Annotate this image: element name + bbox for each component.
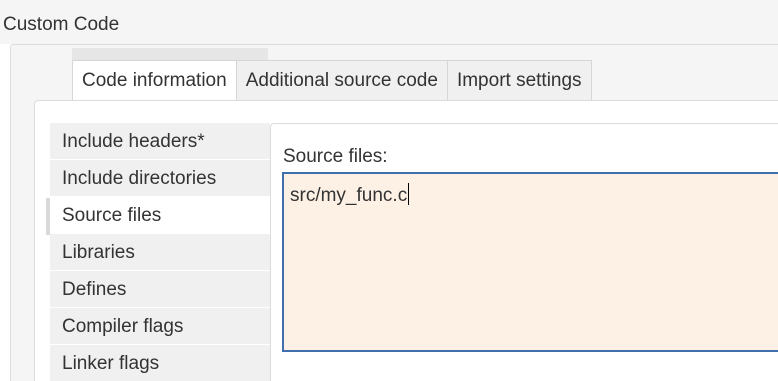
custom-code-page: Custom Code Code information Additional … — [0, 0, 778, 381]
tab-strip: Code information Additional source code … — [72, 60, 592, 100]
nav-item-defines[interactable]: Defines — [50, 271, 270, 308]
section-title: Custom Code — [3, 14, 120, 35]
source-files-value: src/my_func.c — [290, 185, 408, 206]
section-header[interactable]: Custom Code — [0, 0, 778, 44]
nav-item-compiler-flags[interactable]: Compiler flags — [50, 308, 270, 345]
nav-item-libraries[interactable]: Libraries — [50, 234, 270, 271]
tab-additional-source-code[interactable]: Additional source code — [236, 60, 448, 100]
source-files-label: Source files: — [283, 146, 388, 167]
tab-code-information[interactable]: Code information — [72, 60, 237, 100]
active-tab-accent — [72, 48, 268, 60]
nav-item-source-files[interactable]: Source files — [50, 197, 270, 234]
nav-item-include-directories[interactable]: Include directories — [50, 160, 270, 197]
text-caret — [408, 183, 410, 205]
nav-item-include-headers[interactable]: Include headers* — [50, 123, 270, 160]
nav-item-linker-flags[interactable]: Linker flags — [50, 345, 270, 381]
source-files-textarea[interactable]: src/my_func.c — [282, 172, 778, 352]
tab-import-settings[interactable]: Import settings — [447, 60, 592, 100]
code-info-nav: Include headers* Include directories Sou… — [50, 123, 270, 381]
